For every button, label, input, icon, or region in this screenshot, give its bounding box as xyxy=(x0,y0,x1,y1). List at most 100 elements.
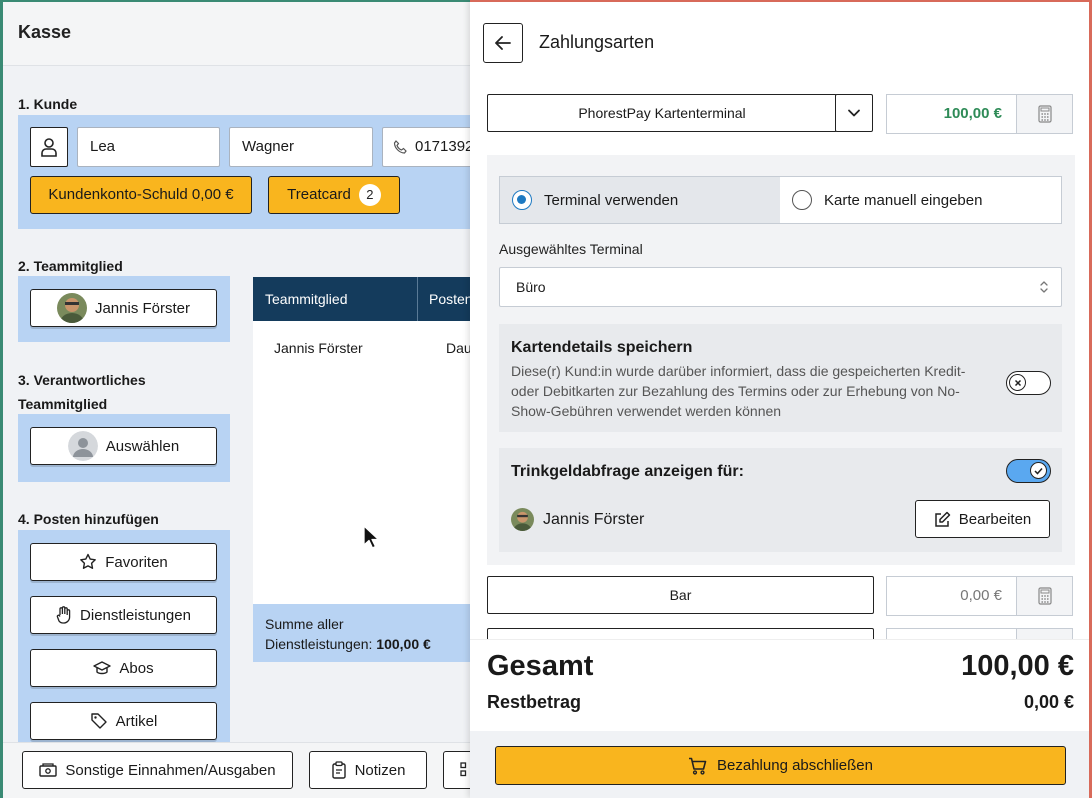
updown-chevron-icon xyxy=(1040,281,1048,293)
section-team-title: 2. Teammitglied xyxy=(18,258,123,274)
rest-label: Restbetrag xyxy=(487,692,582,712)
column-divider xyxy=(417,277,418,321)
cash-amount-input[interactable]: 0,00 € xyxy=(886,576,1017,616)
radio-manual[interactable] xyxy=(792,190,812,210)
last-name-field[interactable]: Wagner xyxy=(229,127,373,167)
section-customer-title: 1. Kunde xyxy=(18,96,78,112)
row-member: Jannis Förster xyxy=(274,340,363,356)
star-icon xyxy=(80,553,97,569)
totals-section: Gesamt 100,00 € Restbetrag 0,00 € xyxy=(470,639,1089,731)
cash-method-button[interactable]: Bar xyxy=(487,576,874,614)
person-icon xyxy=(41,138,57,157)
terminal-method-button[interactable]: PhorestPay Kartenterminal xyxy=(487,94,837,132)
sum-label: Summe aller xyxy=(265,616,344,632)
save-card-desc-line: Diese(r) Kund:in wurde darüber informier… xyxy=(511,363,966,379)
responsible-panel: Auswählen xyxy=(18,414,230,482)
tip-member-name: Jannis Förster xyxy=(543,510,645,528)
radio-terminal-label: Terminal verwenden xyxy=(544,191,679,209)
terminal-calculator-button[interactable] xyxy=(1017,94,1073,134)
subscriptions-button[interactable]: Abos xyxy=(30,649,217,687)
pos-header: Kasse xyxy=(3,2,472,66)
terminal-amount-input[interactable]: 100,00 € xyxy=(886,94,1017,134)
terminal-select[interactable]: Büro xyxy=(499,267,1062,307)
terminal-method-dropdown[interactable] xyxy=(835,94,873,132)
treatcard-label: Treatcard xyxy=(287,186,351,203)
card-terminal-settings: Terminal verwenden Karte manuell eingebe… xyxy=(487,155,1075,565)
articles-button[interactable]: Artikel xyxy=(30,702,217,740)
toggle-off-x-icon xyxy=(1009,374,1026,391)
treatcard-count-badge: 2 xyxy=(358,184,381,207)
table-row[interactable]: Jannis Förster Dau xyxy=(253,321,472,371)
tag-icon xyxy=(90,713,107,729)
rest-value: 0,00 € xyxy=(1023,692,1074,712)
team-panel: Jannis Förster xyxy=(18,276,230,342)
radio-manual-label: Karte manuell eingeben xyxy=(824,191,983,209)
articles-label: Artikel xyxy=(115,712,158,730)
select-responsible-button[interactable]: Auswählen xyxy=(30,427,217,465)
complete-payment-label: Bezahlung abschließen xyxy=(717,757,873,774)
table-header: Teammitglied Posten xyxy=(253,277,472,321)
total-value: 100,00 € xyxy=(961,650,1074,682)
cart-icon xyxy=(689,757,707,775)
notes-label: Notizen xyxy=(354,761,406,779)
edit-tip-button[interactable]: Bearbeiten xyxy=(915,500,1050,538)
clipboard-icon xyxy=(331,761,346,779)
graduation-cap-icon xyxy=(93,661,112,675)
sum-line-2: Dienstleistungen: 100,00 € xyxy=(265,634,471,654)
radio-terminal[interactable] xyxy=(512,190,532,210)
terminal-select-label: Ausgewähltes Terminal xyxy=(499,241,643,257)
services-table: Teammitglied Posten Jannis Förster Dau S… xyxy=(253,277,472,662)
save-card-title: Kartendetails speichern xyxy=(511,339,693,356)
chevron-down-icon xyxy=(848,109,860,117)
section-responsible-title-2: Teammitglied xyxy=(18,396,108,412)
more-button[interactable] xyxy=(443,751,472,789)
avatar xyxy=(56,293,87,323)
radio-terminal-option[interactable]: Terminal verwenden xyxy=(500,177,780,223)
avatar xyxy=(511,508,534,531)
back-button[interactable] xyxy=(483,23,523,63)
cash-calculator-button[interactable] xyxy=(1017,576,1073,616)
phone-field[interactable]: 0171392 xyxy=(382,127,472,167)
phone-icon xyxy=(393,140,407,154)
calculator-icon xyxy=(1037,105,1052,123)
column-header-team-member: Teammitglied xyxy=(265,291,348,307)
table-sum: Summe aller Dienstleistungen: 100,00 € xyxy=(253,604,472,662)
favorites-button[interactable]: Favoriten xyxy=(30,543,217,581)
notes-button[interactable]: Notizen xyxy=(309,751,427,789)
team-member-button[interactable]: Jannis Förster xyxy=(30,289,217,327)
total-label: Gesamt xyxy=(487,650,594,682)
treatcard-button[interactable]: Treatcard 2 xyxy=(268,176,400,214)
arrow-left-icon xyxy=(495,36,511,50)
customer-panel: Lea Wagner 0171392 Kundenkonto-Schuld 0,… xyxy=(18,115,472,229)
select-responsible-label: Auswählen xyxy=(105,437,180,455)
card-entry-radio-group: Terminal verwenden Karte manuell eingebe… xyxy=(499,176,1062,224)
edit-icon xyxy=(934,511,950,527)
tip-prompt-section: Trinkgeldabfrage anzeigen für: Jannis Fö… xyxy=(499,448,1062,552)
row-item: Dau xyxy=(446,340,472,356)
customer-debt-button[interactable]: Kundenkonto-Schuld 0,00 € xyxy=(30,176,252,214)
save-card-desc-line: Show-Gebühren verwendet werden können xyxy=(511,403,782,419)
save-card-details-section: Kartendetails speichern Diese(r) Kund:in… xyxy=(499,324,1062,432)
other-income-expenses-button[interactable]: Sonstige Einnahmen/Ausgaben xyxy=(22,751,293,789)
save-card-toggle[interactable] xyxy=(1006,371,1051,395)
subscriptions-label: Abos xyxy=(119,659,154,677)
sum-value: 100,00 € xyxy=(376,636,431,652)
payment-methods-panel: Zahlungsarten PhorestPay Kartenterminal … xyxy=(470,0,1092,798)
placeholder-avatar-icon xyxy=(67,431,98,461)
radio-manual-option[interactable]: Karte manuell eingeben xyxy=(780,177,982,223)
phone-value: 0171392 xyxy=(415,138,472,155)
other-income-expenses-label: Sonstige Einnahmen/Ausgaben xyxy=(65,761,276,779)
customer-profile-button[interactable] xyxy=(30,127,68,167)
bottom-toolbar: Sonstige Einnahmen/Ausgaben Notizen xyxy=(3,742,472,798)
services-button[interactable]: Dienstleistungen xyxy=(30,596,217,634)
section-responsible-title: 3. Verantwortliches xyxy=(18,372,146,388)
save-card-desc-line: oder Debitkarten zur Bezahlung des Termi… xyxy=(511,383,960,399)
services-label: Dienstleistungen xyxy=(80,606,191,624)
first-name-field[interactable]: Lea xyxy=(77,127,220,167)
tip-prompt-toggle[interactable] xyxy=(1006,459,1051,483)
toggle-on-check-icon xyxy=(1030,462,1047,479)
section-items-title: 4. Posten hinzufügen xyxy=(18,511,159,527)
complete-payment-button[interactable]: Bezahlung abschließen xyxy=(495,746,1066,785)
sum-label-2: Dienstleistungen: xyxy=(265,636,373,652)
save-card-description: Diese(r) Kund:in wurde darüber informier… xyxy=(511,361,965,421)
